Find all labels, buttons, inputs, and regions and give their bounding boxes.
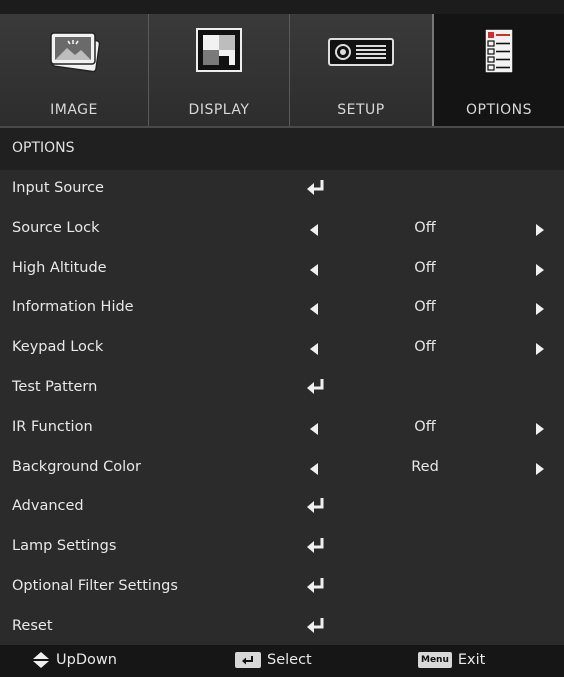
- menu-item-value: Off: [414, 339, 436, 356]
- menu-item-label: IR Function: [12, 418, 93, 435]
- projector-icon: [328, 28, 394, 72]
- enter-icon[interactable]: [306, 577, 326, 599]
- osd-menu: IMAGE DISPLAY SETUP OPTIONS OPTIONS Inpu…: [0, 0, 564, 677]
- menu-item-test-pattern[interactable]: Test Pattern: [0, 369, 564, 409]
- menu-item-lamp-settings[interactable]: Lamp Settings: [0, 528, 564, 568]
- tab-label: IMAGE: [50, 102, 98, 118]
- menu-item-label: Keypad Lock: [12, 339, 104, 356]
- menu-items: Input Source Source Lock Off High Altitude O…: [0, 170, 564, 648]
- enter-icon[interactable]: [306, 617, 326, 639]
- menu-item-information-hide[interactable]: Information Hide Off: [0, 289, 564, 329]
- enter-icon[interactable]: [306, 179, 326, 201]
- menu-item-label: Background Color: [12, 458, 141, 475]
- arrow-left-icon[interactable]: [310, 223, 318, 236]
- picture-icon: [45, 28, 103, 78]
- enter-icon[interactable]: [306, 378, 326, 400]
- menu-item-label: Reset: [12, 617, 53, 634]
- enter-key-icon: [235, 652, 261, 668]
- tab-bar: IMAGE DISPLAY SETUP OPTIONS: [0, 0, 564, 126]
- menu-item-background-color[interactable]: Background Color Red: [0, 449, 564, 489]
- footer-hints: UpDown Select Menu Exit: [0, 645, 564, 677]
- hint-select: Select: [235, 652, 312, 668]
- menu-item-label: Optional Filter Settings: [12, 577, 178, 594]
- menu-item-label: Lamp Settings: [12, 538, 117, 555]
- tab-label: DISPLAY: [188, 102, 250, 118]
- arrow-right-icon[interactable]: [536, 462, 544, 475]
- arrow-left-icon[interactable]: [310, 422, 318, 435]
- menu-item-label: Information Hide: [12, 299, 134, 316]
- menu-item-label: Test Pattern: [12, 378, 98, 395]
- menu-item-value: Off: [414, 418, 436, 435]
- menu-item-source-lock[interactable]: Source Lock Off: [0, 210, 564, 250]
- menu-item-label: Input Source: [12, 180, 104, 196]
- display-pattern-icon: [196, 28, 242, 76]
- arrow-left-icon[interactable]: [310, 343, 318, 356]
- menu-item-value: Red: [411, 458, 439, 475]
- menu-item-label: High Altitude: [12, 259, 107, 276]
- arrow-right-icon[interactable]: [536, 422, 544, 435]
- arrow-right-icon[interactable]: [536, 223, 544, 236]
- menu-item-keypad-lock[interactable]: Keypad Lock Off: [0, 329, 564, 369]
- menu-key-icon: Menu: [418, 652, 452, 668]
- menu-item-label: Advanced: [12, 498, 84, 515]
- section-title: OPTIONS: [12, 140, 75, 156]
- arrow-left-icon[interactable]: [310, 303, 318, 316]
- section-header: OPTIONS: [0, 126, 564, 170]
- menu-item-input-source[interactable]: Input Source: [0, 170, 564, 210]
- menu-item-value: Off: [414, 259, 436, 276]
- tab-image[interactable]: IMAGE: [0, 14, 148, 126]
- menu-item-optional-filter-settings[interactable]: Optional Filter Settings: [0, 568, 564, 608]
- hint-updown-label: UpDown: [56, 652, 117, 668]
- tab-label: SETUP: [337, 102, 385, 118]
- tab-options[interactable]: OPTIONS: [432, 14, 564, 126]
- tab-setup[interactable]: SETUP: [289, 14, 432, 126]
- menu-item-value: Off: [414, 299, 436, 316]
- menu-item-label: Source Lock: [12, 219, 100, 236]
- menu-item-reset[interactable]: Reset: [0, 608, 564, 648]
- arrow-left-icon[interactable]: [310, 462, 318, 475]
- menu-item-value: Off: [414, 219, 436, 236]
- hint-exit-label: Exit: [457, 652, 486, 668]
- menu-item-advanced[interactable]: Advanced: [0, 488, 564, 528]
- arrow-right-icon[interactable]: [536, 343, 544, 356]
- enter-icon[interactable]: [306, 497, 326, 519]
- hint-updown: UpDown: [32, 652, 117, 668]
- menu-item-high-altitude[interactable]: High Altitude Off: [0, 250, 564, 290]
- hint-exit: Menu Exit: [418, 652, 485, 668]
- options-list-icon: [484, 28, 514, 78]
- tab-display[interactable]: DISPLAY: [148, 14, 289, 126]
- arrow-right-icon[interactable]: [536, 303, 544, 316]
- hint-select-label: Select: [267, 652, 312, 668]
- tab-label: OPTIONS: [465, 102, 533, 118]
- enter-icon[interactable]: [306, 537, 326, 559]
- arrow-left-icon[interactable]: [310, 263, 318, 276]
- menu-item-ir-function[interactable]: IR Function Off: [0, 409, 564, 449]
- arrow-right-icon[interactable]: [536, 263, 544, 276]
- updown-arrows-icon: [32, 652, 50, 668]
